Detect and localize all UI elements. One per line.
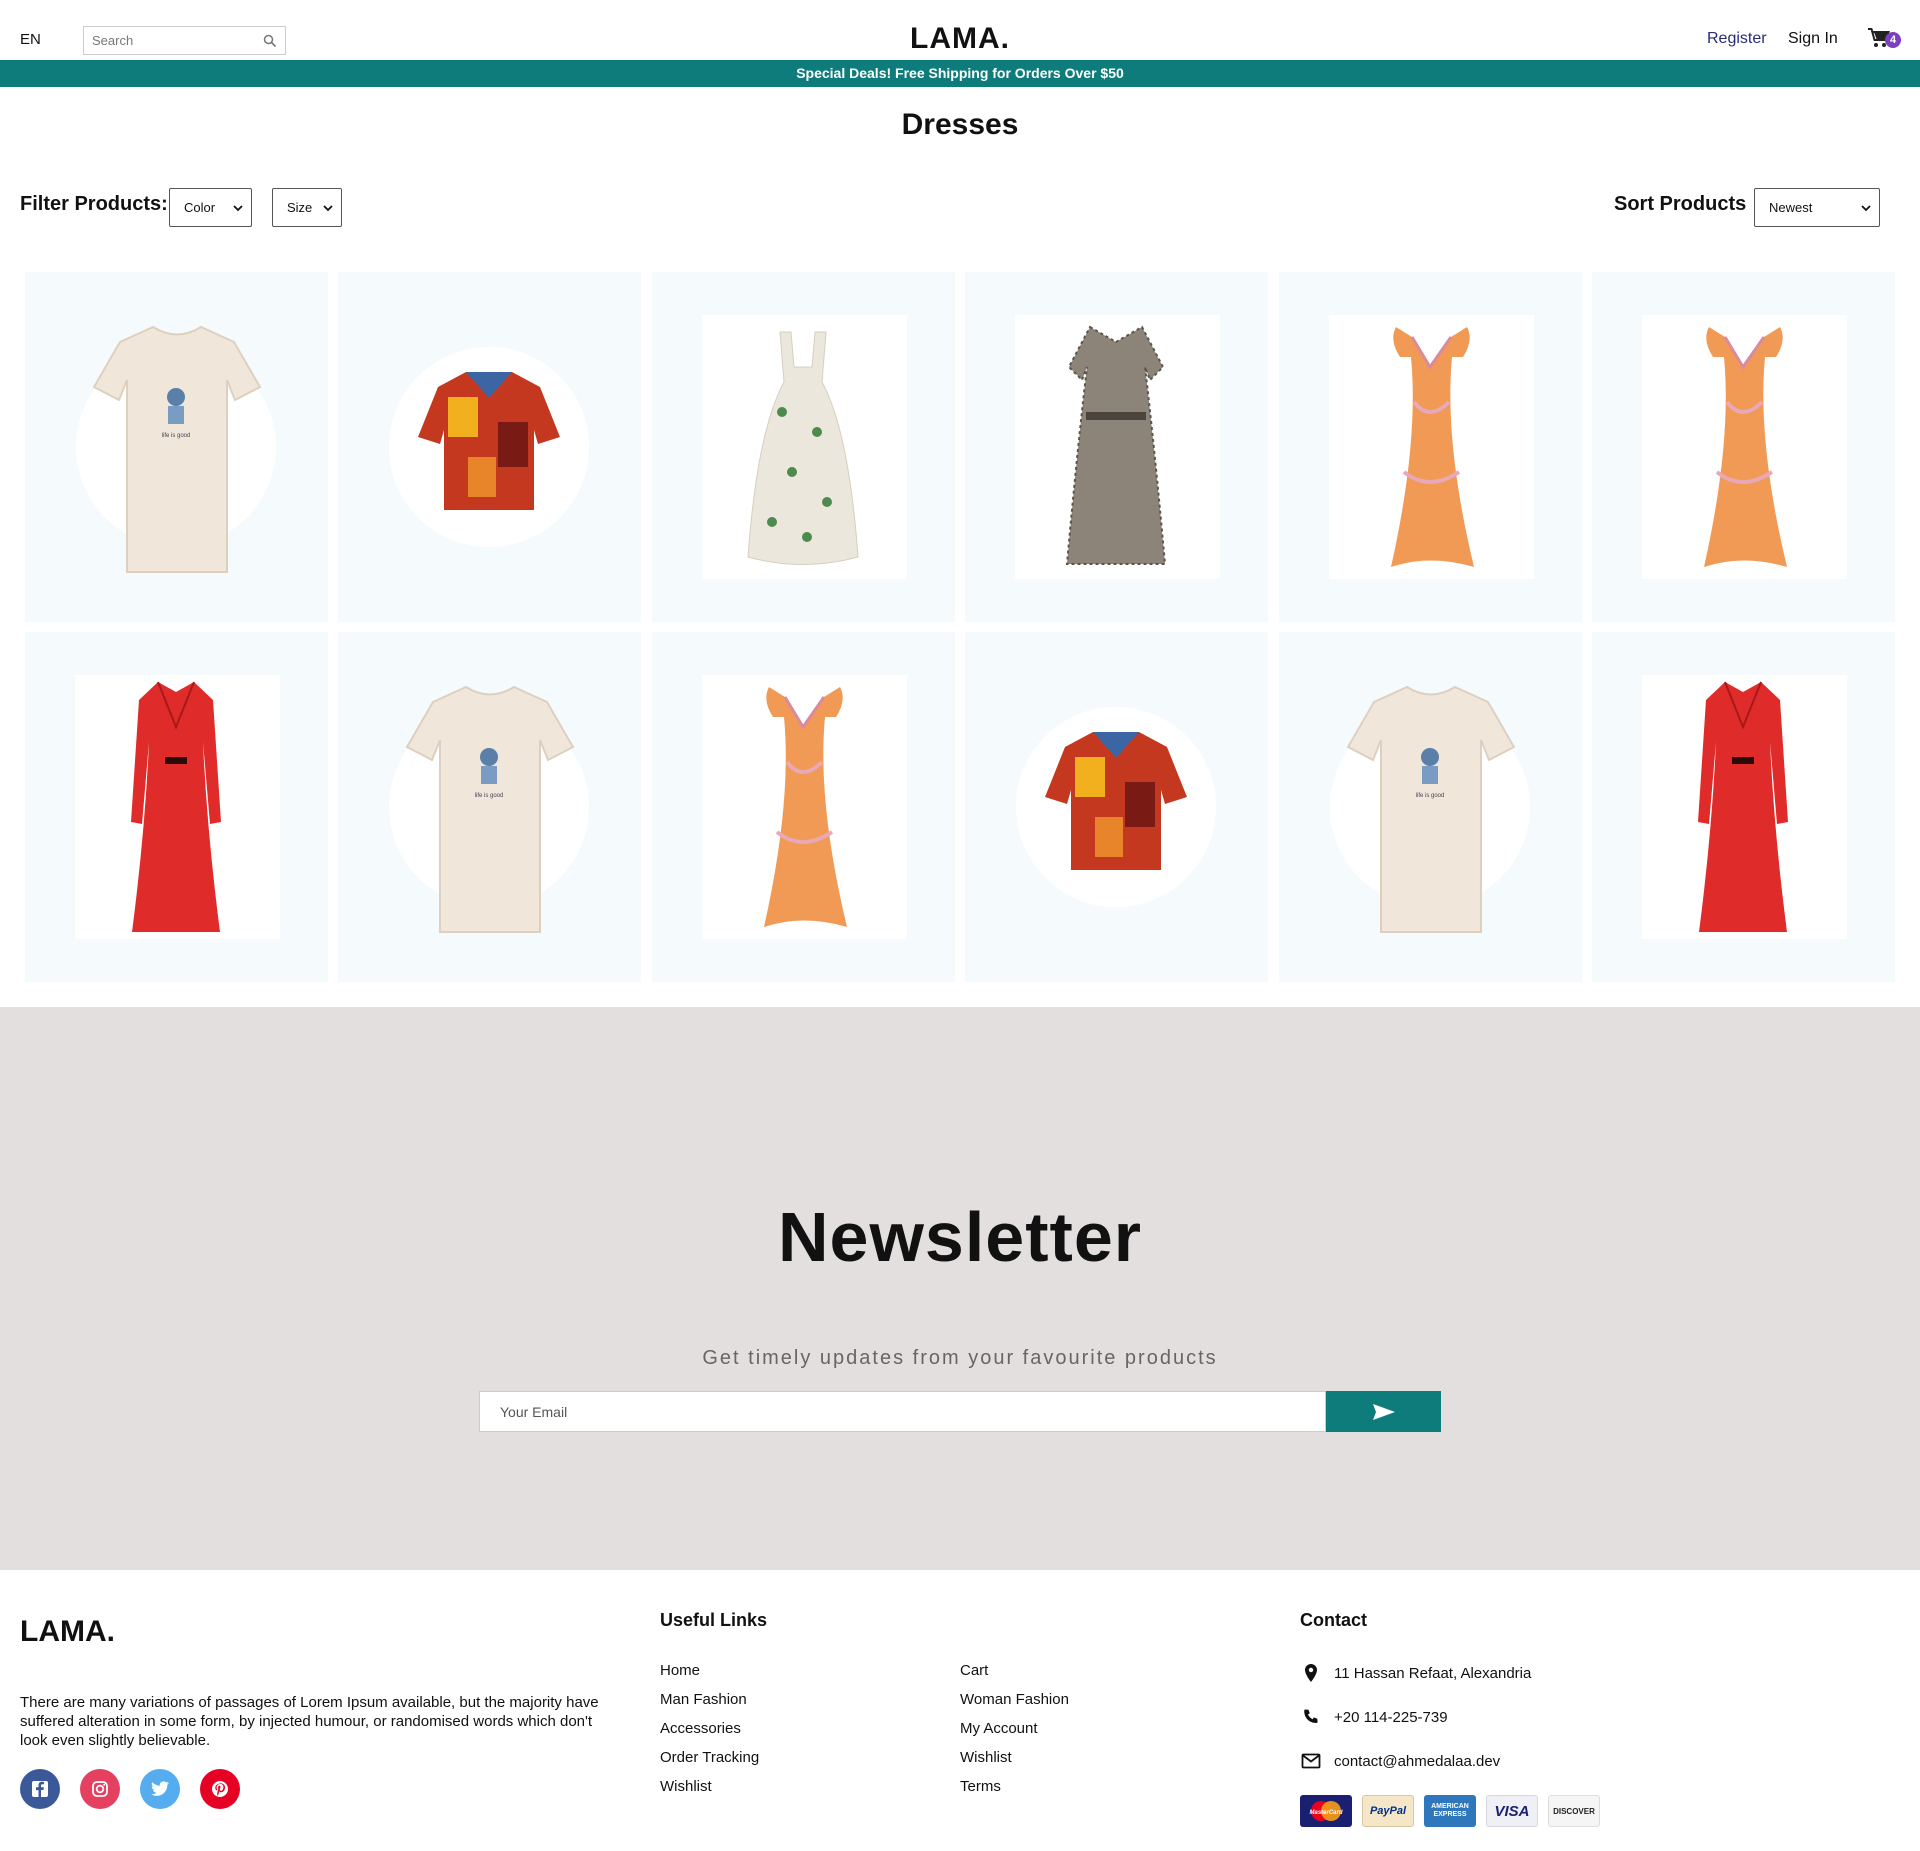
mail-icon xyxy=(1301,1753,1321,1769)
product-image[interactable] xyxy=(1592,632,1895,982)
register-link[interactable]: Register xyxy=(1707,30,1767,48)
footer-description: There are many variations of passages of… xyxy=(20,1694,599,1749)
footer-link[interactable]: Woman Fashion xyxy=(960,1691,1069,1720)
search-icon[interactable] xyxy=(263,34,277,48)
location-pin-icon xyxy=(1305,1664,1317,1682)
email-text[interactable]: contact@ahmedalaa.dev xyxy=(1334,1753,1500,1770)
newsletter-description: Get timely updates from your favourite p… xyxy=(702,1347,1218,1369)
announcement-bar: Special Deals! Free Shipping for Orders … xyxy=(0,60,1920,87)
size-filter-value: Size xyxy=(287,200,313,215)
page-title: Dresses xyxy=(901,108,1019,141)
product-image[interactable] xyxy=(1279,272,1582,622)
useful-links-col1: Home Man Fashion Accessories Order Track… xyxy=(660,1662,759,1807)
product-image[interactable] xyxy=(338,272,641,622)
footer: LAMA. There are many variations of passa… xyxy=(0,1570,1920,1851)
footer-link[interactable]: Man Fashion xyxy=(660,1691,759,1720)
product-card-red-dress[interactable] xyxy=(1592,632,1895,982)
facebook-icon[interactable] xyxy=(20,1769,60,1809)
footer-link[interactable]: Home xyxy=(660,1662,759,1691)
send-icon xyxy=(1372,1403,1395,1420)
contact-phone: +20 114-225-739 xyxy=(1300,1706,1448,1728)
footer-logo[interactable]: LAMA. xyxy=(20,1615,115,1649)
product-image[interactable]: life is good xyxy=(25,272,328,622)
product-card-tshirt[interactable]: life is good xyxy=(1279,632,1582,982)
product-image[interactable] xyxy=(1592,272,1895,622)
product-image[interactable]: life is good xyxy=(338,632,641,982)
sort-value: Newest xyxy=(1769,200,1813,215)
social-links xyxy=(20,1769,240,1809)
mastercard-icon: MasterCard xyxy=(1300,1795,1352,1827)
footer-link[interactable]: Wishlist xyxy=(960,1749,1069,1778)
product-card-red-dress[interactable] xyxy=(25,632,328,982)
color-filter-value: Color xyxy=(184,200,216,215)
chevron-down-icon xyxy=(233,204,243,211)
svg-text:life is good: life is good xyxy=(1416,793,1445,799)
product-card-shirt[interactable] xyxy=(965,632,1268,982)
sort-products-label: Sort Products xyxy=(1614,193,1747,215)
language-selector[interactable]: EN xyxy=(20,31,41,48)
instagram-icon[interactable] xyxy=(80,1769,120,1809)
useful-links-heading: Useful Links xyxy=(660,1610,768,1630)
search-input[interactable] xyxy=(92,33,252,48)
filter-products-label: Filter Products: xyxy=(20,193,168,215)
chevron-down-icon xyxy=(1861,204,1871,211)
product-card-pattern-dress[interactable] xyxy=(965,272,1268,622)
newsletter-submit-button[interactable] xyxy=(1326,1391,1441,1432)
product-grid: life is good life is good life is good xyxy=(25,272,1895,982)
chevron-down-icon xyxy=(323,204,333,211)
twitter-icon[interactable] xyxy=(140,1769,180,1809)
footer-link[interactable]: Terms xyxy=(960,1778,1069,1807)
product-card-orange-dress[interactable] xyxy=(1279,272,1582,622)
product-image[interactable] xyxy=(965,632,1268,982)
product-image[interactable] xyxy=(965,272,1268,622)
sort-select[interactable]: Newest xyxy=(1754,188,1880,227)
newsletter-section: Newsletter Get timely updates from your … xyxy=(0,1007,1920,1570)
product-image[interactable] xyxy=(25,632,328,982)
contact-heading: Contact xyxy=(1300,1610,1367,1630)
product-card-orange-dress[interactable] xyxy=(1592,272,1895,622)
phone-text: +20 114-225-739 xyxy=(1334,1708,1448,1726)
footer-link[interactable]: Cart xyxy=(960,1662,1069,1691)
newsletter-title: Newsletter xyxy=(777,1198,1143,1276)
payment-methods: MasterCard PayPal AMERICAN EXPRESS VISA … xyxy=(1300,1795,1600,1827)
amex-icon: AMERICAN EXPRESS xyxy=(1424,1795,1476,1827)
product-card-shirt[interactable] xyxy=(338,272,641,622)
footer-link[interactable]: Wishlist xyxy=(660,1778,759,1807)
address-text: 11 Hassan Refaat, Alexandria xyxy=(1334,1664,1532,1682)
svg-text:life is good: life is good xyxy=(162,433,191,439)
svg-text:life is good: life is good xyxy=(475,793,504,799)
newsletter-form xyxy=(479,1391,1441,1432)
footer-link[interactable]: Accessories xyxy=(660,1720,759,1749)
product-image[interactable] xyxy=(652,272,955,622)
product-card-tshirt[interactable]: life is good xyxy=(25,272,328,622)
newsletter-email-input[interactable] xyxy=(479,1391,1326,1432)
phone-icon xyxy=(1304,1709,1318,1723)
contact-address: 11 Hassan Refaat, Alexandria xyxy=(1300,1662,1531,1684)
site-logo[interactable]: LAMA. xyxy=(910,22,1010,55)
product-card-orange-dress[interactable] xyxy=(652,632,955,982)
useful-links-col2: Cart Woman Fashion My Account Wishlist T… xyxy=(960,1662,1069,1807)
navbar: EN LAMA. Register Sign In 4 xyxy=(0,0,1920,60)
footer-link[interactable]: Order Tracking xyxy=(660,1749,759,1778)
footer-link[interactable]: My Account xyxy=(960,1720,1069,1749)
product-card-floral-dress[interactable] xyxy=(652,272,955,622)
contact-email: contact@ahmedalaa.dev xyxy=(1300,1750,1500,1772)
paypal-icon: PayPal xyxy=(1362,1795,1414,1827)
product-image[interactable]: life is good xyxy=(1279,632,1582,982)
cart-count-badge: 4 xyxy=(1885,32,1901,48)
size-filter-select[interactable]: Size xyxy=(272,188,342,227)
product-image[interactable] xyxy=(652,632,955,982)
svg-text:MasterCard: MasterCard xyxy=(1309,1810,1342,1816)
pinterest-icon[interactable] xyxy=(200,1769,240,1809)
color-filter-select[interactable]: Color xyxy=(169,188,252,227)
product-card-tshirt[interactable]: life is good xyxy=(338,632,641,982)
search-box[interactable] xyxy=(83,26,286,55)
discover-icon: DISCOVER xyxy=(1548,1795,1600,1827)
cart-button[interactable]: 4 xyxy=(1867,27,1905,53)
sign-in-link[interactable]: Sign In xyxy=(1788,30,1838,48)
visa-icon: VISA xyxy=(1486,1795,1538,1827)
